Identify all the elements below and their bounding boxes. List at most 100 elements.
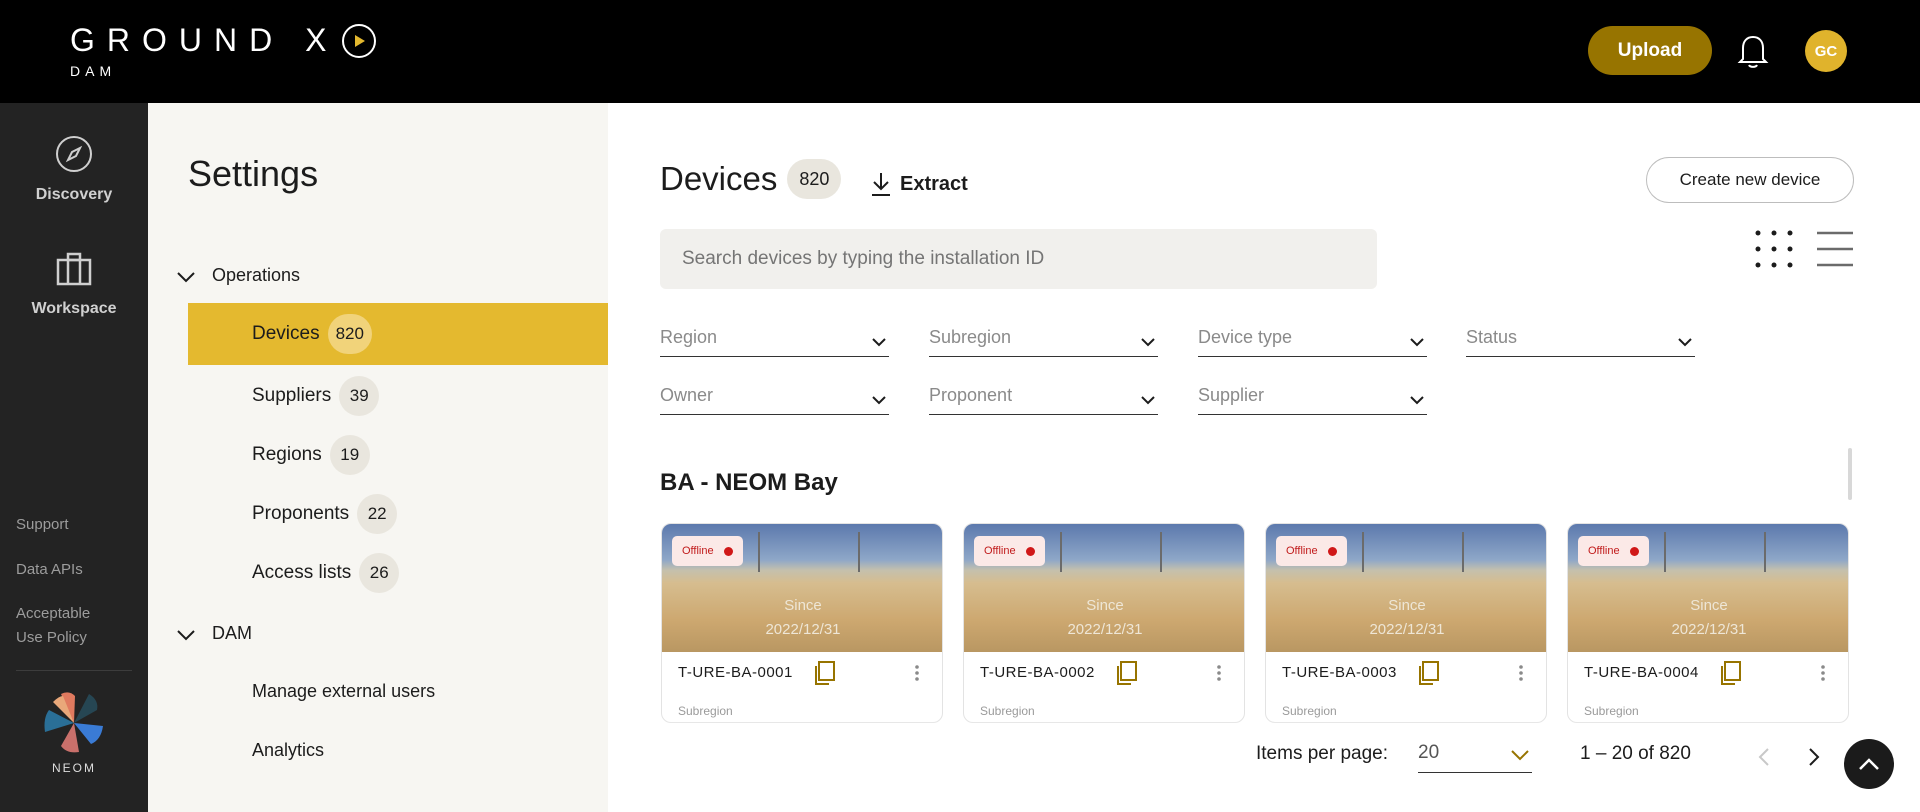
chevron-down-icon: [1409, 389, 1425, 410]
chevron-down-icon: [1140, 331, 1156, 352]
filter-region[interactable]: Region: [660, 319, 889, 357]
download-icon: [872, 173, 890, 196]
chevron-down-icon: [1140, 389, 1156, 410]
device-thumbnail: Offline Since 2022/12/31: [964, 524, 1244, 652]
filter-label: Device type: [1198, 327, 1293, 347]
settings-item-proponents[interactable]: Proponents 22: [188, 483, 608, 545]
support-link[interactable]: Support: [16, 513, 69, 537]
count-badge: 22: [357, 494, 398, 534]
copy-icon[interactable]: [1718, 660, 1742, 691]
logo[interactable]: GROUND X DAM: [70, 22, 377, 79]
count-badge: 26: [359, 553, 400, 593]
settings-item-suppliers[interactable]: Suppliers 39: [188, 365, 608, 427]
device-thumbnail: Offline Since 2022/12/31: [662, 524, 942, 652]
bell-icon[interactable]: [1736, 32, 1770, 70]
since-label: Since: [784, 597, 822, 614]
create-device-button[interactable]: Create new device: [1646, 157, 1854, 203]
neom-logo: NEOM: [36, 688, 112, 775]
settings-item-label: Devices: [252, 323, 320, 344]
chevron-left-icon[interactable]: [1758, 747, 1770, 772]
nav-item-discovery[interactable]: Discovery: [0, 135, 148, 204]
filter-label: Owner: [660, 385, 714, 405]
chevron-down-icon: [871, 389, 887, 410]
nav-label-workspace: Workspace: [31, 300, 117, 317]
data-apis-link[interactable]: Data APIs: [16, 558, 83, 582]
filter-label: Proponent: [929, 385, 1013, 405]
status-dot: [723, 546, 733, 556]
status-label: Offline: [1588, 545, 1620, 557]
nav-label-discovery: Discovery: [35, 186, 113, 203]
settings-item-analytics[interactable]: Analytics: [252, 740, 324, 761]
filter-label: Region: [660, 327, 718, 347]
acceptable-use-link[interactable]: Acceptable Use Policy: [16, 602, 90, 650]
filter-label: Supplier: [1198, 385, 1265, 405]
count-badge: 19: [329, 435, 370, 475]
subregion-label: Subregion: [1282, 704, 1337, 718]
upload-button[interactable]: Upload: [1588, 26, 1712, 75]
list-view-icon[interactable]: [1815, 229, 1855, 274]
settings-item-devices[interactable]: Devices 820: [188, 303, 608, 365]
device-card[interactable]: Offline Since 2022/12/31 T-URE-BA-0001 Su…: [661, 523, 943, 723]
filter-label: Status: [1466, 327, 1518, 347]
more-vertical-icon[interactable]: [914, 664, 920, 687]
items-per-page-select[interactable]: 20: [1418, 739, 1532, 773]
count-badge: 39: [339, 376, 380, 416]
filter-device-type[interactable]: Device type: [1198, 319, 1427, 357]
status-label: Offline: [984, 545, 1016, 557]
count-badge: 820: [327, 314, 372, 354]
more-vertical-icon[interactable]: [1820, 664, 1826, 687]
device-id: T-URE-BA-0003: [1282, 664, 1397, 681]
avatar[interactable]: GC: [1805, 30, 1847, 72]
grid-view-icon[interactable]: [1754, 229, 1794, 274]
neom-label: NEOM: [52, 761, 96, 775]
scrollbar-thumb[interactable]: [1848, 448, 1852, 500]
status-dot: [1327, 546, 1337, 556]
chevron-down-icon: [1510, 745, 1530, 767]
filter-subregion[interactable]: Subregion: [929, 319, 1158, 357]
since-label: Since: [1086, 597, 1124, 614]
extract-button[interactable]: Extract: [870, 171, 968, 197]
device-thumbnail: Offline Since 2022/12/31: [1266, 524, 1546, 652]
since-date: 2022/12/31: [765, 621, 841, 638]
since-text: Since 2022/12/31: [964, 594, 1244, 642]
device-card[interactable]: Offline Since 2022/12/31 T-URE-BA-0002 Su…: [963, 523, 1245, 723]
device-card[interactable]: Offline Since 2022/12/31 T-URE-BA-0003 Su…: [1265, 523, 1547, 723]
pagination-range: 1 – 20 of 820: [1580, 743, 1691, 764]
copy-icon[interactable]: [1114, 660, 1138, 691]
copy-icon[interactable]: [1416, 660, 1440, 691]
search-input[interactable]: [660, 229, 1377, 289]
settings-item-manage-external-users[interactable]: Manage external users: [252, 681, 435, 702]
filter-supplier[interactable]: Supplier: [1198, 377, 1427, 415]
filter-owner[interactable]: Owner: [660, 377, 889, 415]
group-dam[interactable]: DAM: [177, 623, 252, 644]
group-operations[interactable]: Operations: [177, 265, 301, 286]
filter-label: Subregion: [929, 327, 1012, 347]
since-date: 2022/12/31: [1067, 621, 1143, 638]
extract-label: Extract: [900, 172, 968, 195]
copy-icon[interactable]: [812, 660, 836, 691]
status-badge: Offline: [974, 536, 1045, 566]
settings-item-access-lists[interactable]: Access lists 26: [188, 542, 608, 604]
main-content: Devices 820 Extract Create new device Re…: [608, 103, 1920, 812]
section-title: BA - NEOM Bay: [660, 469, 838, 496]
nav-item-workspace[interactable]: Workspace: [0, 251, 148, 318]
device-card[interactable]: Offline Since 2022/12/31 T-URE-BA-0004 Su…: [1567, 523, 1849, 723]
brand-name: GROUND X: [70, 22, 339, 58]
status-badge: Offline: [1578, 536, 1649, 566]
group-operations-label: Operations: [212, 265, 301, 285]
chevron-right-icon[interactable]: [1808, 747, 1820, 772]
filter-proponent[interactable]: Proponent: [929, 377, 1158, 415]
settings-panel: Settings Operations Devices 820 Supplier…: [148, 103, 608, 812]
chevron-down-icon: [176, 267, 196, 288]
page-title-label: Devices: [660, 160, 778, 197]
filter-status[interactable]: Status: [1466, 319, 1695, 357]
briefcase-icon: [0, 251, 148, 292]
page-title: Devices 820: [660, 159, 842, 199]
settings-item-label: Regions: [252, 444, 322, 465]
more-vertical-icon[interactable]: [1518, 664, 1524, 687]
settings-item-regions[interactable]: Regions 19: [188, 424, 608, 486]
more-vertical-icon[interactable]: [1216, 664, 1222, 687]
scroll-to-top-button[interactable]: [1844, 739, 1894, 789]
device-id: T-URE-BA-0002: [980, 664, 1095, 681]
settings-item-label: Access lists: [252, 562, 352, 583]
